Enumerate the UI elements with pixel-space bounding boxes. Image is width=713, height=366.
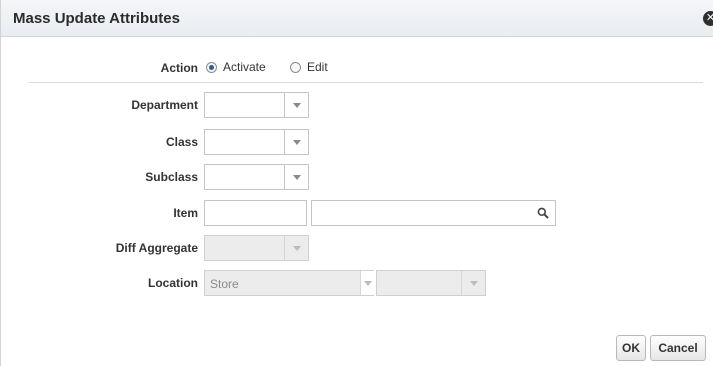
location-dropdown-button: [461, 271, 485, 295]
close-icon[interactable]: ✕: [703, 11, 713, 26]
separator: [29, 82, 703, 83]
location-type-dropdown-button: [360, 271, 375, 295]
radio-edit-circle[interactable]: [290, 61, 301, 73]
mass-update-dialog: Mass Update Attributes ✕ Action Activate…: [0, 0, 713, 366]
chevron-down-icon: [364, 280, 372, 286]
class-label: Class: [165, 135, 198, 149]
department-select[interactable]: [204, 92, 309, 118]
radio-activate-circle[interactable]: [206, 61, 217, 73]
diff-aggregate-label: Diff Aggregate: [115, 241, 198, 255]
chevron-down-icon: [292, 174, 301, 180]
item-input[interactable]: [204, 200, 307, 226]
location-label: Location: [148, 276, 198, 290]
class-select[interactable]: [204, 129, 309, 155]
item-label: Item: [173, 206, 198, 220]
class-dropdown-button[interactable]: [284, 130, 308, 154]
location-type-value: Store: [210, 277, 239, 291]
action-label: Action: [160, 61, 198, 75]
location-select: [376, 270, 486, 296]
chevron-down-icon: [292, 102, 301, 108]
department-dropdown-button[interactable]: [284, 93, 308, 117]
radio-activate[interactable]: Activate: [206, 60, 266, 74]
subclass-select[interactable]: [204, 164, 309, 190]
ok-button[interactable]: OK: [616, 335, 646, 361]
item-description-input[interactable]: [311, 200, 556, 226]
radio-edit[interactable]: Edit: [290, 60, 328, 74]
diff-aggregate-dropdown-button: [284, 236, 308, 260]
chevron-down-icon: [292, 245, 301, 251]
dialog-titlebar: Mass Update Attributes ✕: [1, 0, 713, 37]
chevron-down-icon: [292, 139, 301, 145]
subclass-dropdown-button[interactable]: [284, 165, 308, 189]
dialog-title: Mass Update Attributes: [13, 10, 180, 27]
department-label: Department: [131, 98, 198, 112]
search-icon[interactable]: [537, 207, 549, 219]
subclass-label: Subclass: [145, 170, 198, 184]
radio-activate-label: Activate: [223, 60, 266, 74]
location-type-select: Store: [204, 270, 375, 296]
chevron-down-icon: [469, 280, 478, 286]
radio-edit-label: Edit: [307, 60, 328, 74]
cancel-button[interactable]: Cancel: [650, 335, 706, 361]
diff-aggregate-select: [204, 235, 309, 261]
